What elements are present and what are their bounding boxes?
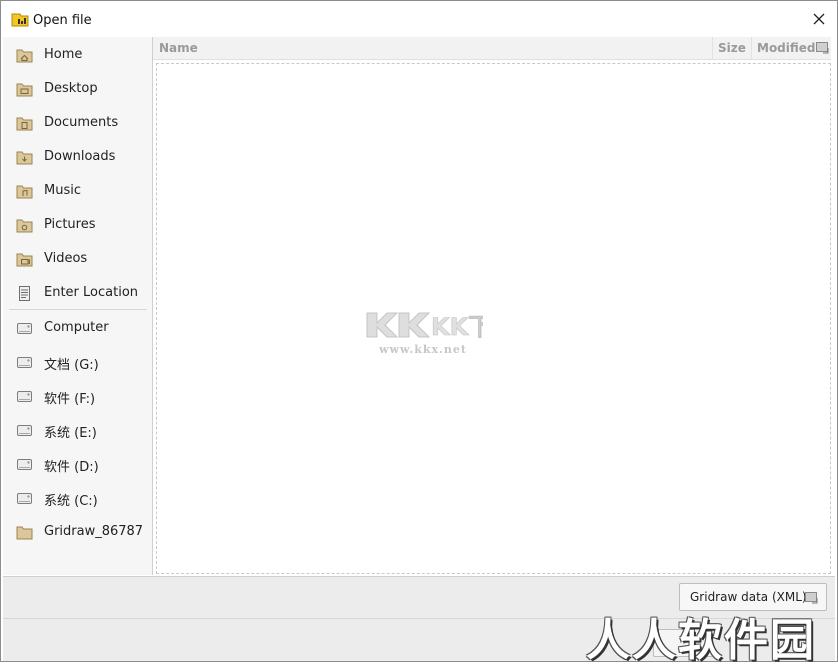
sidebar-item-label: Computer [44, 320, 109, 335]
pictures-folder-icon [16, 218, 33, 233]
music-folder-icon [16, 184, 33, 199]
sidebar-item-系统-e[interactable]: 系统 (E:) [3, 413, 152, 447]
location-icon [16, 286, 33, 301]
action-bar: 人人软件园 [3, 615, 835, 666]
column-menu-icon[interactable] [816, 42, 829, 54]
sidebar-item-label: Pictures [44, 217, 96, 232]
videos-folder-icon [16, 252, 33, 267]
drive-icon [16, 491, 33, 506]
watermark-logo: KK下载 www.kkx.net [363, 307, 517, 367]
sidebar-item-软件-d[interactable]: 软件 (D:) [3, 447, 152, 481]
sidebar-item-music[interactable]: Music [3, 174, 152, 208]
column-header-name[interactable]: Name [159, 41, 198, 55]
close-icon [813, 13, 825, 25]
places-sidebar: Home Desktop Documents Downloads Music Pictur… [3, 37, 153, 575]
drive-icon [16, 389, 33, 404]
documents-folder-icon [16, 116, 33, 131]
sidebar-item-label: Desktop [44, 81, 98, 96]
sidebar-item-label: Downloads [44, 149, 116, 164]
drive-icon [16, 355, 33, 370]
close-button[interactable] [809, 9, 829, 29]
sidebar-item-pictures[interactable]: Pictures [3, 208, 152, 242]
file-list-header: Name Size Modified [153, 37, 831, 60]
sidebar-item-label: Videos [44, 251, 88, 266]
sidebar-item-label: 软件 (D:) [44, 460, 99, 475]
sidebar-item-gridraw-86787[interactable]: Gridraw_86787 [3, 515, 152, 549]
column-header-modified-label: Modified [757, 41, 816, 55]
drive-icon [16, 457, 33, 472]
sidebar-item-computer[interactable]: Computer [3, 311, 152, 345]
sidebar-item-文档-g[interactable]: 文档 (G:) [3, 345, 152, 379]
desktop-folder-icon [16, 82, 33, 97]
drive-icon [16, 423, 33, 438]
corner-watermark: 人人软件园 [586, 615, 816, 666]
sidebar-item-home[interactable]: Home [3, 38, 152, 72]
column-header-size[interactable]: Size [712, 37, 750, 59]
downloads-folder-icon [16, 150, 33, 165]
sidebar-item-documents[interactable]: Documents [3, 106, 152, 140]
column-header-modified[interactable]: Modified [751, 37, 831, 59]
sidebar-item-desktop[interactable]: Desktop [3, 72, 152, 106]
sidebar-item-label: 系统 (C:) [44, 494, 98, 509]
title-bar: Open file [1, 1, 837, 37]
open-file-dialog: Open file Home Desktop Documents Downloads M… [0, 0, 838, 666]
drive-icon [16, 321, 33, 336]
sidebar-item-label: Documents [44, 115, 119, 130]
sidebar-item-label: Music [44, 183, 81, 198]
sidebar-item-downloads[interactable]: Downloads [3, 140, 152, 174]
sidebar-item-label: 系统 (E:) [44, 426, 97, 441]
sidebar-item-软件-f[interactable]: 软件 (F:) [3, 379, 152, 413]
home-folder-icon [16, 48, 33, 63]
sidebar-item-label: 软件 (F:) [44, 392, 96, 407]
file-list-area[interactable] [156, 63, 831, 574]
folder-icon [16, 525, 33, 540]
sidebar-item-label: 文档 (G:) [44, 358, 99, 373]
app-logo-icon [11, 12, 29, 27]
watermark-logo-text: KK下载 [431, 313, 483, 341]
sidebar-item-label: Home [44, 47, 83, 62]
sidebar-item-label: Gridraw_86787 [44, 524, 144, 539]
sidebar-item-enter-location[interactable]: Enter Location [3, 276, 152, 310]
watermark-url: www.kkx.net [379, 343, 467, 356]
window-title: Open file [33, 13, 92, 28]
sidebar-item-label: Enter Location [44, 285, 139, 300]
sidebar-separator [9, 309, 147, 310]
file-type-filter-label: Gridraw data (XML) [690, 590, 807, 604]
dropdown-menu-icon [805, 592, 818, 604]
sidebar-item-videos[interactable]: Videos [3, 242, 152, 276]
sidebar-item-系统-c[interactable]: 系统 (C:) [3, 481, 152, 515]
